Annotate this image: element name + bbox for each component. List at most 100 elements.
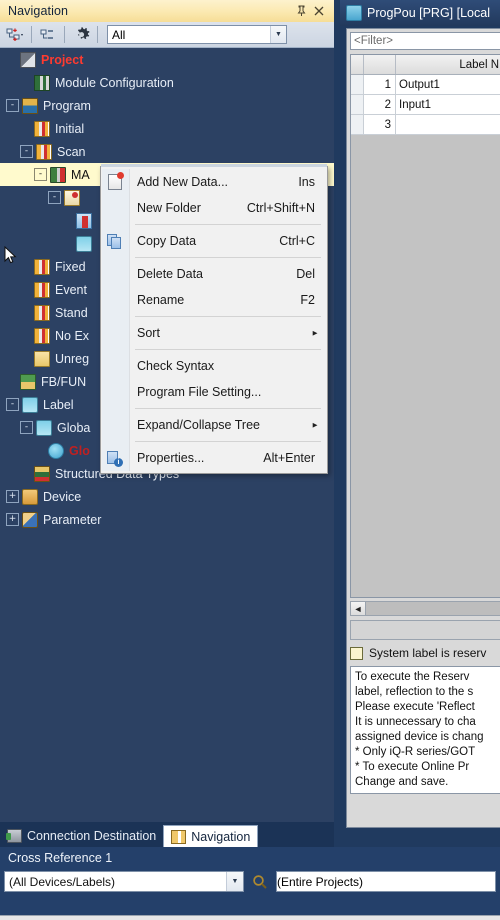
collapse-toggle-icon[interactable]: - [20, 421, 33, 434]
scrollbar-track[interactable] [366, 602, 500, 615]
toolbar-separator [64, 26, 65, 43]
menu-item-delete-data[interactable]: Delete Data Del [101, 261, 327, 287]
parameter-icon [22, 511, 38, 528]
expand-toggle-icon[interactable]: + [6, 513, 19, 526]
editor-title: ProgPou [PRG] [Local [367, 6, 490, 20]
cross-reference-panel: Cross Reference 1 (All Devices/Labels) ▼… [0, 847, 500, 920]
close-icon[interactable] [310, 2, 328, 20]
tree-item-label: Unreg [55, 351, 90, 366]
row-number: 1 [364, 75, 396, 94]
pin-icon[interactable] [292, 2, 310, 20]
tree-item-label: Project [41, 52, 84, 67]
navigation-icon [171, 829, 187, 844]
tab-connection-destination[interactable]: Connection Destination [0, 825, 163, 847]
tree-filter-value: All [112, 27, 126, 42]
expand-toggle-icon[interactable]: + [6, 490, 19, 503]
tree-item-label: Parameter [43, 512, 102, 527]
message-line: Please execute 'Reflect [355, 701, 475, 713]
menu-item-icon-slot [101, 379, 128, 405]
tree-item-label: Scan [57, 144, 86, 159]
row-label-name[interactable]: Output1 [396, 75, 500, 94]
menu-item-shortcut: F2 [300, 293, 315, 307]
menu-item-check-syntax[interactable]: Check Syntax [101, 353, 327, 379]
tree-filter-combo[interactable]: All ▼ [107, 25, 287, 44]
tree-collapse-icon[interactable] [37, 24, 59, 45]
menu-item-program-file-setting[interactable]: Program File Setting... [101, 379, 327, 405]
menu-item-sort[interactable]: Sort ► [101, 320, 327, 346]
grid-col-rownum [364, 55, 396, 74]
pou-icon [346, 5, 362, 21]
collapse-toggle-icon[interactable]: - [20, 145, 33, 158]
message-line: Change and save. [355, 776, 449, 788]
menu-separator [135, 316, 321, 317]
tree-item-device[interactable]: + Device [0, 485, 334, 508]
chevron-left-icon[interactable]: ◄ [351, 602, 366, 615]
grid-col-label-name: Label N [459, 58, 499, 71]
global-label-icon [48, 442, 64, 459]
connection-icon [6, 829, 22, 843]
tree-item-parameter[interactable]: + Parameter [0, 508, 334, 531]
menu-separator [135, 349, 321, 350]
label-icon [22, 396, 38, 413]
chevron-down-icon[interactable]: ▼ [226, 872, 243, 891]
menu-item-copy-data[interactable]: Copy Data Ctrl+C [101, 228, 327, 254]
menu-item-label: Program File Setting... [137, 385, 262, 399]
menu-item-properties[interactable]: i Properties... Alt+Enter [101, 445, 327, 471]
row-label-name[interactable]: Input1 [396, 95, 500, 114]
tree-item-label: Module Configuration [55, 75, 174, 90]
books-icon [34, 304, 50, 321]
menu-item-add-new-data[interactable]: Add New Data... Ins [101, 169, 327, 195]
collapse-toggle-icon[interactable]: - [48, 191, 61, 204]
collapse-toggle-icon[interactable]: - [6, 398, 19, 411]
tab-navigation-label: Navigation [191, 829, 251, 844]
table-row[interactable]: 2 Input1 [351, 95, 500, 115]
device-icon [22, 488, 38, 505]
tree-item-label: MA [71, 167, 90, 182]
ma-icon [50, 166, 66, 183]
row-label-name[interactable] [396, 115, 500, 134]
gear-icon[interactable] [70, 24, 92, 45]
menu-item-shortcut: Del [296, 267, 315, 281]
mouse-pointer-icon [4, 245, 18, 266]
system-label-checkbox-label: System label is reserv [369, 646, 487, 660]
file-icon [64, 189, 80, 206]
menu-item-expand-collapse-tree[interactable]: Expand/Collapse Tree ► [101, 412, 327, 438]
message-line: It is unnecessary to cha [355, 716, 476, 728]
tree-item-initial[interactable]: Initial [0, 117, 334, 140]
tree-item-project[interactable]: Project [0, 48, 334, 71]
navigation-titlebar: Navigation [0, 0, 334, 23]
system-label-checkbox-row[interactable]: System label is reserv [350, 646, 500, 660]
tree-item-label: Device [43, 489, 82, 504]
table-row[interactable]: 3 [351, 115, 500, 135]
system-label-checkbox[interactable] [350, 646, 363, 660]
table-row[interactable]: 1 Output1 [351, 75, 500, 95]
ladder-icon [76, 212, 92, 229]
collapse-toggle-icon[interactable]: - [34, 168, 47, 181]
sdt-icon [34, 465, 50, 482]
tab-navigation[interactable]: Navigation [163, 825, 259, 847]
panel-tab-bar: Connection Destination Navigation [0, 822, 334, 847]
label-grid-empty-area [350, 135, 500, 598]
menu-item-shortcut: Ctrl+C [279, 234, 315, 248]
tree-sort-icon[interactable] [4, 24, 26, 45]
collapse-toggle-icon[interactable]: - [6, 99, 19, 112]
label-filter-input[interactable]: <Filter> [350, 32, 500, 50]
row-marker [351, 75, 364, 94]
chevron-down-icon[interactable]: ▼ [270, 26, 286, 43]
tree-item-program[interactable]: - Program [0, 94, 334, 117]
device-label-filter-combo[interactable]: (All Devices/Labels) ▼ [4, 871, 244, 892]
cross-reference-title: Cross Reference 1 [8, 851, 113, 865]
tree-item-scan[interactable]: - Scan [0, 140, 334, 163]
menu-item-new-folder[interactable]: New Folder Ctrl+Shift+N [101, 195, 327, 221]
tree-item-module-configuration[interactable]: Module Configuration [0, 71, 334, 94]
tree-context-menu[interactable]: Add New Data... Ins New Folder Ctrl+Shift+N… [100, 164, 328, 474]
menu-item-label: Expand/Collapse Tree [137, 418, 260, 432]
grid-horizontal-scrollbar[interactable]: ◄ [350, 601, 500, 616]
scope-combo[interactable]: (Entire Projects) [276, 871, 496, 892]
label-grid[interactable]: Label N 1 Output1 2 Input1 3 [350, 54, 500, 135]
magnifier-icon[interactable] [248, 871, 272, 892]
device-label-filter-value: (All Devices/Labels) [9, 874, 116, 889]
menu-item-label: Sort [137, 326, 160, 340]
cross-reference-toolbar: (All Devices/Labels) ▼ (Entire Projects) [0, 869, 500, 894]
menu-item-rename[interactable]: Rename F2 [101, 287, 327, 313]
